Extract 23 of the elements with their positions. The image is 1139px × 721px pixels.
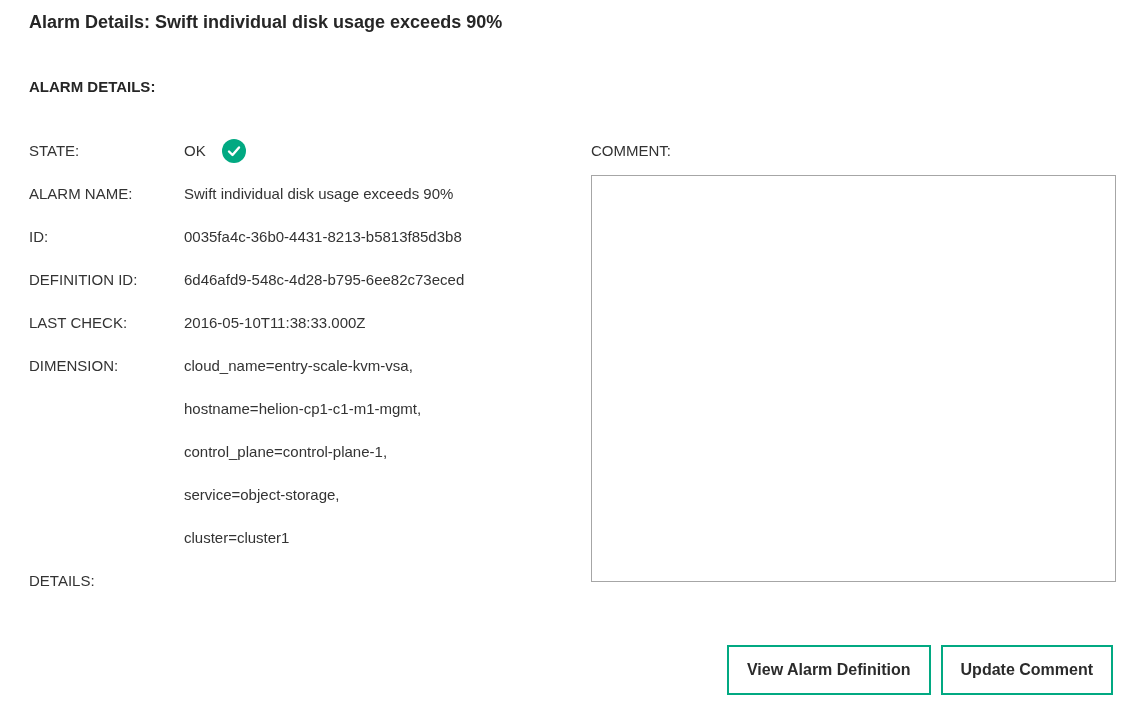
field-value: 0035fa4c-36b0-4431-8213-b5813f85d3b8 [184, 226, 462, 247]
section-heading: ALARM DETAILS: [29, 77, 156, 97]
field-label: DEFINITION ID: [29, 269, 138, 290]
field-value: cloud_name=entry-scale-kvm-vsa, [184, 355, 413, 376]
field-label: DETAILS: [29, 570, 95, 591]
field-value: cluster=cluster1 [184, 527, 290, 548]
field-label: ID: [29, 226, 49, 247]
view-alarm-definition-button[interactable]: View Alarm Definition [726, 645, 931, 695]
field-value: service=object-storage, [184, 484, 340, 505]
update-comment-button[interactable]: Update Comment [940, 645, 1113, 695]
field-value: hostname=helion-cp1-c1-m1-mgmt, [184, 398, 422, 419]
field-label: ALARM NAME: [29, 183, 133, 204]
field-label: STATE: [29, 140, 80, 161]
page-title: Alarm Details: Swift individual disk usage exceeds 90% [29, 11, 503, 33]
field-value: Swift individual disk usage exceeds 90% [184, 183, 454, 204]
comment-label: COMMENT: [591, 140, 671, 161]
field-label: DIMENSION: [29, 355, 119, 376]
field-value: OK [184, 140, 206, 161]
comment-field[interactable] [591, 175, 1116, 582]
field-value: control_plane=control-plane-1, [184, 441, 388, 462]
field-label: LAST CHECK: [29, 312, 128, 333]
field-value: 6d46afd9-548c-4d28-b795-6ee82c73eced [184, 269, 465, 290]
field-value: 2016-05-10T11:38:33.000Z [184, 312, 366, 333]
